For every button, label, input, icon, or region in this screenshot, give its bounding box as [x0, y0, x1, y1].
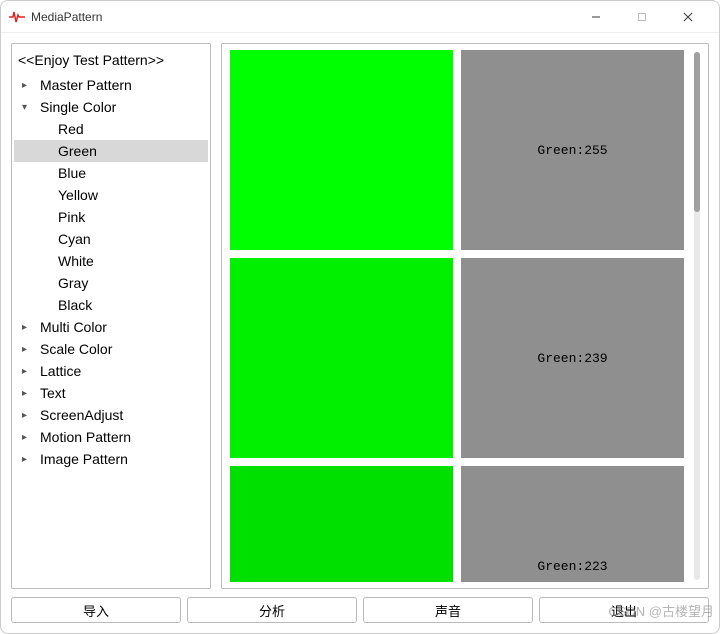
tree-leaf[interactable]: Black	[14, 294, 208, 316]
titlebar: MediaPattern	[1, 1, 719, 33]
tree-node-label: Multi Color	[40, 319, 107, 335]
color-swatch[interactable]	[230, 50, 453, 250]
tree-leaf-label: Gray	[58, 275, 88, 291]
tree-node-label: Text	[40, 385, 66, 401]
swatch-info[interactable]: Green:239	[461, 258, 684, 458]
chevron-right-icon[interactable]: ▸	[22, 344, 36, 355]
tree-leaf[interactable]: Gray	[14, 272, 208, 294]
tree-root: ▸ Master Pattern ▾ Single Color Red Green Blue…	[14, 74, 208, 470]
chevron-right-icon[interactable]: ▸	[22, 454, 36, 465]
maximize-button	[619, 2, 665, 32]
exit-button[interactable]: 退出	[539, 597, 709, 623]
sound-button[interactable]: 声音	[363, 597, 533, 623]
tree-leaf[interactable]: Blue	[14, 162, 208, 184]
tree-leaf-label: Yellow	[58, 187, 98, 203]
tree-node[interactable]: ▸ Master Pattern	[14, 74, 208, 96]
swatch-info-label: Green:223	[537, 559, 607, 574]
window-title: MediaPattern	[31, 10, 573, 24]
tree-panel: <<Enjoy Test Pattern>> ▸ Master Pattern ▾ S…	[11, 43, 211, 589]
tree-node[interactable]: ▸ Multi Color	[14, 316, 208, 338]
tree-leaf-label: White	[58, 253, 94, 269]
main-window: MediaPattern <<Enjoy Test Pattern>> ▸ Mas…	[0, 0, 720, 634]
tree-leaf-label: Pink	[58, 209, 85, 225]
content-panel: Green:255 Green:239 Green:223	[221, 43, 709, 589]
tree-leaf-label: Blue	[58, 165, 86, 181]
tree-node-label: Single Color	[40, 99, 116, 115]
swatch-grid: Green:255 Green:239 Green:223	[230, 50, 684, 582]
swatch-info[interactable]: Green:223	[461, 466, 684, 582]
chevron-right-icon[interactable]: ▸	[22, 410, 36, 421]
tree-node-label: Image Pattern	[40, 451, 128, 467]
color-swatch[interactable]	[230, 258, 453, 458]
tree-leaf-label: Red	[58, 121, 84, 137]
tree-leaf[interactable]: Green	[14, 140, 208, 162]
tree-node[interactable]: ▸ ScreenAdjust	[14, 404, 208, 426]
tree-node[interactable]: ▸ Text	[14, 382, 208, 404]
tree-node[interactable]: ▸ Lattice	[14, 360, 208, 382]
tree-leaf[interactable]: Pink	[14, 206, 208, 228]
chevron-down-icon[interactable]: ▾	[22, 102, 36, 113]
tree-node[interactable]: ▸ Image Pattern	[14, 448, 208, 470]
swatch-info[interactable]: Green:255	[461, 50, 684, 250]
body-area: <<Enjoy Test Pattern>> ▸ Master Pattern ▾ S…	[1, 33, 719, 593]
chevron-right-icon[interactable]: ▸	[22, 80, 36, 91]
app-icon	[9, 9, 25, 25]
tree-node[interactable]: ▾ Single Color	[14, 96, 208, 118]
tree-leaf-label: Green	[58, 143, 97, 159]
tree-node-label: Master Pattern	[40, 77, 132, 93]
tree-leaf[interactable]: Red	[14, 118, 208, 140]
close-button[interactable]	[665, 2, 711, 32]
window-controls	[573, 2, 711, 32]
import-button[interactable]: 导入	[11, 597, 181, 623]
tree-node-label: Lattice	[40, 363, 81, 379]
chevron-right-icon[interactable]: ▸	[22, 432, 36, 443]
tree-leaf[interactable]: Cyan	[14, 228, 208, 250]
tree-leaf[interactable]: White	[14, 250, 208, 272]
tree-header: <<Enjoy Test Pattern>>	[14, 48, 208, 74]
tree-node-label: Scale Color	[40, 341, 112, 357]
tree-node[interactable]: ▸ Scale Color	[14, 338, 208, 360]
chevron-right-icon[interactable]: ▸	[22, 388, 36, 399]
chevron-right-icon[interactable]: ▸	[22, 366, 36, 377]
tree-leaf-label: Black	[58, 297, 92, 313]
tree-node-label: ScreenAdjust	[40, 407, 123, 423]
tree-node[interactable]: ▸ Motion Pattern	[14, 426, 208, 448]
swatch-info-label: Green:255	[537, 143, 607, 158]
color-swatch[interactable]	[230, 466, 453, 582]
tree-node-label: Motion Pattern	[40, 429, 131, 445]
swatch-info-label: Green:239	[537, 351, 607, 366]
scrollbar[interactable]	[694, 52, 700, 580]
analyze-button[interactable]: 分析	[187, 597, 357, 623]
minimize-button[interactable]	[573, 2, 619, 32]
scrollbar-thumb[interactable]	[694, 52, 700, 212]
button-row: 导入 分析 声音 退出	[1, 593, 719, 633]
tree-leaf[interactable]: Yellow	[14, 184, 208, 206]
tree-leaf-label: Cyan	[58, 231, 91, 247]
chevron-right-icon[interactable]: ▸	[22, 322, 36, 333]
